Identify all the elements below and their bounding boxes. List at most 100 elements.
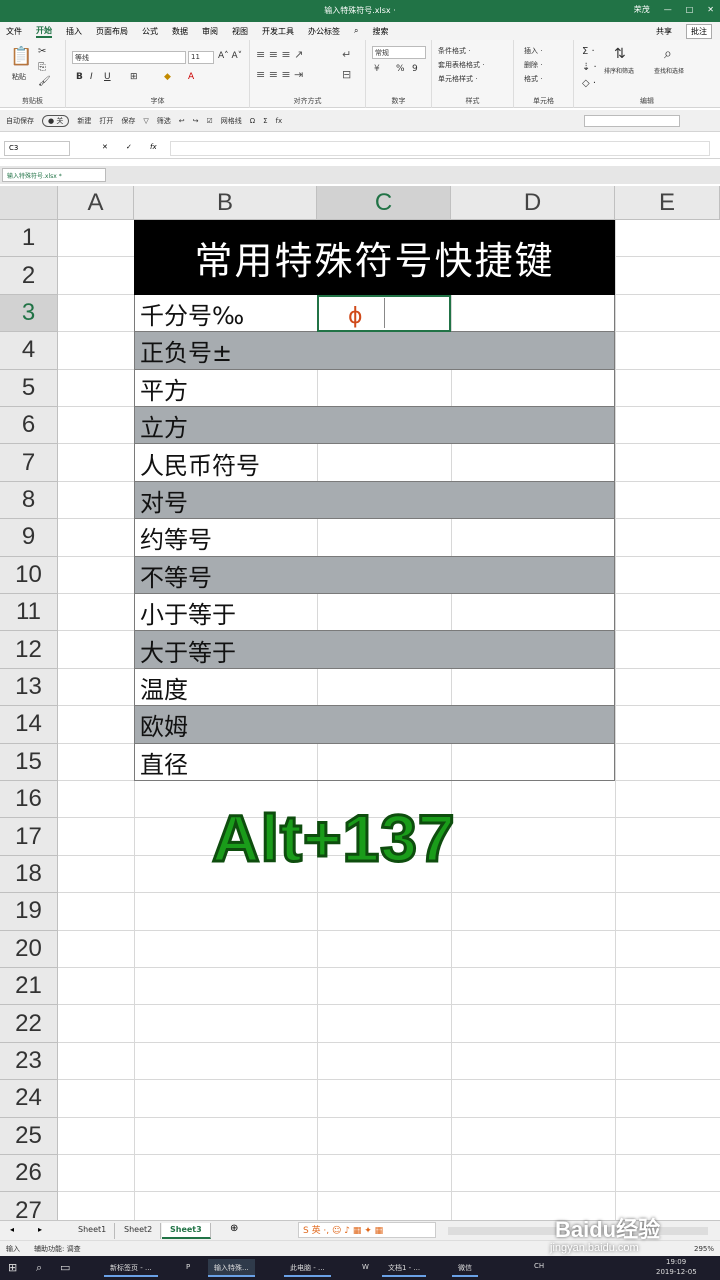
gridlines-checkbox[interactable]: ☑ [206, 117, 212, 125]
row-header-4[interactable]: 4 [0, 332, 58, 370]
symbol-name-cell[interactable]: 平方 [140, 370, 188, 407]
redo-icon[interactable]: ↪ [193, 117, 199, 125]
sigma-icon[interactable]: Σ [263, 117, 267, 125]
symbol-row-band[interactable] [134, 706, 615, 744]
borders-icon[interactable]: ⊞ [130, 72, 138, 82]
sort-filter-icon[interactable]: ⇅ [614, 46, 626, 62]
row-header-13[interactable]: 13 [0, 668, 58, 707]
omega-icon[interactable]: Ω [250, 117, 255, 125]
symbol-row-band[interactable] [134, 369, 615, 407]
symbol-name-cell[interactable]: 大于等于 [140, 631, 236, 668]
symbol-name-cell[interactable]: 小于等于 [140, 594, 236, 631]
close-button[interactable]: ✕ [707, 5, 714, 14]
sheet-scroll-right-icon[interactable]: ▸ [38, 1225, 42, 1234]
add-sheet-icon[interactable]: ⊕ [230, 1223, 238, 1234]
row-header-5[interactable]: 5 [0, 369, 58, 407]
select-all-corner[interactable] [0, 186, 58, 220]
sheet-scroll-left-icon[interactable]: ◂ [10, 1225, 14, 1234]
row-header-17[interactable]: 17 [0, 818, 58, 856]
row-header-26[interactable]: 26 [0, 1155, 58, 1193]
qat-dropdown[interactable] [584, 114, 680, 127]
status-accessibility[interactable]: 辅助功能: 调查 [34, 1244, 81, 1254]
row-header-9[interactable]: 9 [0, 519, 58, 557]
italic-button[interactable]: I [90, 72, 93, 82]
taskbar-lang[interactable]: CH [534, 1262, 544, 1270]
search-icon[interactable]: ⌕ [354, 26, 358, 36]
tab-developer[interactable]: 开发工具 [262, 26, 294, 37]
qat-new[interactable]: 新建 [77, 116, 91, 126]
column-header-d[interactable]: D [451, 186, 615, 220]
row-header-10[interactable]: 10 [0, 556, 58, 594]
row-header-19[interactable]: 19 [0, 893, 58, 931]
formula-input[interactable] [170, 141, 710, 156]
row-header-12[interactable]: 12 [0, 631, 58, 669]
user-name[interactable]: 荣茂 [634, 4, 650, 15]
copy-icon[interactable]: ⎘ [38, 62, 46, 73]
row-header-23[interactable]: 23 [0, 1042, 58, 1081]
zoom-level[interactable]: 295% [694, 1245, 714, 1253]
minimize-button[interactable]: — [664, 5, 672, 14]
font-name-field[interactable]: 等线 [72, 51, 186, 64]
taskbar-item-word[interactable]: 文档1 - ... [382, 1259, 427, 1277]
enter-icon[interactable]: ✓ [126, 143, 132, 151]
conditional-format-button[interactable]: 条件格式 · [438, 46, 470, 56]
symbol-name-cell[interactable]: 立方 [140, 407, 188, 444]
font-grow-icon[interactable]: A˄ A˅ [218, 51, 242, 61]
format-cells-button[interactable]: 格式 · [524, 74, 542, 84]
row-header-11[interactable]: 11 [0, 594, 58, 632]
autosave-toggle[interactable]: ● 关 [42, 114, 70, 127]
row-header-15[interactable]: 15 [0, 743, 58, 781]
delete-cells-button[interactable]: 删除 · [524, 60, 542, 70]
sheet-tab-1[interactable]: Sheet1 [70, 1223, 116, 1239]
cancel-icon[interactable]: ✕ [102, 143, 108, 151]
filter-icon[interactable]: ▽ [143, 117, 148, 125]
format-painter-icon[interactable]: 🖌 [38, 76, 51, 87]
row-header-20[interactable]: 20 [0, 930, 58, 968]
word-icon[interactable]: W [356, 1259, 375, 1277]
fill-icon[interactable]: ⇣ · [582, 62, 597, 73]
currency-icon[interactable]: ¥ [374, 64, 380, 74]
align-top-icons[interactable]: ≡ ≡ ≡ ↗ [256, 48, 303, 61]
symbol-name-cell[interactable]: 温度 [140, 669, 188, 706]
fill-color-icon[interactable]: ◆ [164, 72, 171, 82]
symbol-row-band[interactable] [134, 407, 615, 445]
font-color-icon[interactable]: A [188, 72, 194, 82]
qat-open[interactable]: 打开 [99, 116, 113, 126]
taskbar-item-explorer[interactable]: 此电脑 - ... [284, 1259, 331, 1277]
symbol-row-band[interactable] [134, 668, 615, 707]
align-horizontal-icons[interactable]: ≡ ≡ ≡ ⇥ [256, 68, 303, 81]
bold-button[interactable]: B [76, 72, 83, 82]
insert-cells-button[interactable]: 插入 · [524, 46, 542, 56]
underline-button[interactable]: U [104, 72, 111, 82]
column-header-e[interactable]: E [615, 186, 720, 220]
taskbar-search-icon[interactable]: ⌕ [36, 1261, 42, 1275]
sort-filter-label[interactable]: 排序和筛选 [604, 66, 634, 75]
row-header-8[interactable]: 8 [0, 481, 58, 520]
row-header-16[interactable]: 16 [0, 781, 58, 819]
column-header-b[interactable]: B [134, 186, 317, 220]
ime-toolbar[interactable]: S 英 ·, ☺ ♪ ▦ ✦ ▦ [298, 1222, 436, 1238]
powerpoint-icon[interactable]: P [180, 1259, 196, 1277]
number-format-field[interactable]: 常规 [372, 46, 426, 59]
column-header-a[interactable]: A [58, 186, 134, 220]
taskbar-item-excel[interactable]: 输入特殊... [208, 1259, 255, 1277]
row-header-6[interactable]: 6 [0, 407, 58, 445]
row-header-1[interactable]: 1 [0, 220, 58, 258]
table-format-button[interactable]: 套用表格格式 · [438, 60, 484, 70]
symbol-name-cell[interactable]: 对号 [140, 482, 188, 519]
fx-button[interactable]: fx [150, 143, 157, 151]
row-header-24[interactable]: 24 [0, 1080, 58, 1118]
symbol-row-band[interactable] [134, 743, 615, 781]
tab-data[interactable]: 数据 [172, 26, 188, 37]
paste-label[interactable]: 粘贴 [12, 72, 26, 82]
row-header-2[interactable]: 2 [0, 257, 58, 295]
tab-review[interactable]: 审阅 [202, 26, 218, 37]
task-view-icon[interactable]: ▭ [60, 1261, 70, 1274]
clear-icon[interactable]: ◇ · [582, 78, 596, 89]
symbol-name-cell[interactable]: 正负号± [140, 332, 232, 369]
row-header-21[interactable]: 21 [0, 968, 58, 1006]
qat-save[interactable]: 保存 [121, 116, 135, 126]
sheet-tab-3[interactable]: Sheet3 [162, 1223, 211, 1239]
start-icon[interactable]: ⊞ [8, 1261, 17, 1274]
cut-icon[interactable]: ✂ [38, 46, 46, 57]
